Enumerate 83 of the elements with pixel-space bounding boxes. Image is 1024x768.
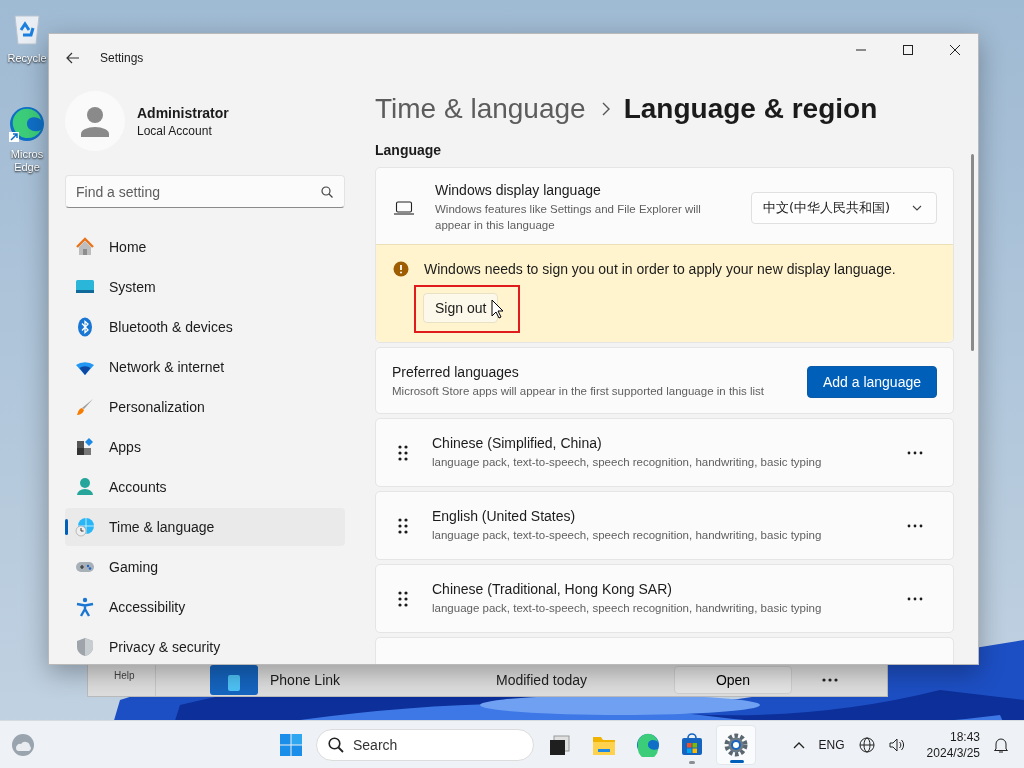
search-icon <box>328 737 344 753</box>
search-field[interactable]: Find a setting <box>65 175 345 208</box>
scrollbar[interactable] <box>971 154 974 351</box>
nav-item[interactable]: Home <box>65 228 345 266</box>
clock-date[interactable]: 2024/3/25 <box>926 745 980 761</box>
drag-handle-icon[interactable] <box>398 517 408 534</box>
store-icon[interactable] <box>680 733 704 757</box>
input-language[interactable]: ENG <box>818 738 845 752</box>
start-icon[interactable] <box>279 733 303 757</box>
nav-item[interactable]: Personalization <box>65 388 345 426</box>
globe-clock-icon <box>75 517 95 537</box>
chevron-down-icon <box>912 204 922 211</box>
maximize-icon[interactable] <box>903 45 913 55</box>
app-name: Phone Link <box>270 671 342 688</box>
warning-icon <box>393 261 409 277</box>
setting-description: Microsoft Store apps will appear in the first supported language in this list <box>392 384 766 399</box>
nav-item[interactable]: Accounts <box>65 468 345 506</box>
language-name: English (United States) <box>432 508 577 524</box>
nav-item[interactable]: Accessibility <box>65 588 345 626</box>
more-icon[interactable] <box>907 523 923 528</box>
language-card[interactable]: English (United States) language pack, text-to-speech, speech recognition, handwriting, basic typing <box>375 491 954 560</box>
browser-icon[interactable] <box>9 106 45 142</box>
icon-label: Micros Edge <box>9 148 45 174</box>
browser-icon[interactable] <box>636 733 660 757</box>
clock-time[interactable]: 18:43 <box>926 729 980 745</box>
more-icon[interactable] <box>822 677 838 682</box>
language-card[interactable]: Chinese (Traditional, Hong Kong SAR) language pack, text-to-speech, speech recognition, handwriting, basic typing <box>375 564 954 633</box>
avatar-icon <box>65 91 125 151</box>
nav-item[interactable]: Privacy & security <box>65 628 345 664</box>
more-icon[interactable] <box>907 450 923 455</box>
breadcrumb-link[interactable]: Time & language <box>375 93 586 125</box>
app-icon <box>210 664 258 695</box>
nav-item[interactable]: Time & language <box>65 508 345 546</box>
close-icon[interactable] <box>950 45 960 55</box>
language-dropdown[interactable]: 中文(中华人民共和国) <box>751 191 937 224</box>
more-icon[interactable] <box>907 596 923 601</box>
section-heading: Language <box>375 142 443 158</box>
nav-item[interactable]: Bluetooth & devices <box>65 308 345 346</box>
open-button[interactable]: Open <box>674 665 792 694</box>
account-name: Administrator <box>137 104 229 121</box>
language-name: Chinese (Simplified, China) <box>432 435 603 451</box>
brush-icon <box>75 397 95 417</box>
bluetooth-icon <box>75 317 95 337</box>
language-name: Chinese (Traditional, Hong Kong SAR) <box>432 581 673 597</box>
nav-item[interactable]: Network & internet <box>65 348 345 386</box>
setting-title: Windows display language <box>435 182 602 198</box>
window-title: Settings <box>100 51 144 65</box>
language-features: language pack, text-to-speech, speech recognition, handwriting, basic typing <box>432 455 823 470</box>
chevron-up-icon[interactable] <box>792 741 805 749</box>
drag-handle-icon[interactable] <box>398 444 408 461</box>
language-features: language pack, text-to-speech, speech recognition, handwriting, basic typing <box>432 528 823 543</box>
cursor-icon <box>491 299 504 319</box>
accessibility-icon <box>75 597 95 617</box>
chevron-icon <box>601 102 610 116</box>
laptop-icon <box>394 200 414 215</box>
language-card[interactable]: Chinese (Simplified, China) language pack, text-to-speech, speech recognition, handwriting, basic typing <box>375 418 954 487</box>
account-type: Local Account <box>137 123 213 138</box>
search-icon <box>321 186 333 198</box>
modified-date: Modified today <box>496 671 589 688</box>
notice-message: Windows needs to sign you out in order to apply your new display language. <box>424 261 896 277</box>
speaker-icon[interactable] <box>888 737 905 753</box>
sign-out-button[interactable]: Sign out <box>423 293 499 323</box>
back-icon[interactable] <box>66 52 80 64</box>
language-features: language pack, text-to-speech, speech recognition, handwriting, basic typing <box>432 601 823 616</box>
nav-item[interactable]: Apps <box>65 428 345 466</box>
gear-icon[interactable] <box>724 733 748 757</box>
search-field[interactable]: Search <box>316 729 534 761</box>
globe-icon[interactable] <box>858 737 875 753</box>
setting-title: Preferred languages <box>392 364 520 380</box>
page-title: Language & region <box>623 93 878 125</box>
drag-handle-icon[interactable] <box>398 590 408 607</box>
home-icon <box>75 237 95 257</box>
add-language-button[interactable]: Add a language <box>806 365 937 398</box>
setting-description: Windows features like Settings and File Explorer will appear in this language <box>435 202 702 233</box>
apps-icon <box>75 437 95 457</box>
shield-icon <box>75 637 95 657</box>
person-icon <box>75 477 95 497</box>
icon-label: Recycle <box>7 52 47 65</box>
nav-item[interactable]: Gaming <box>65 548 345 586</box>
nav-label[interactable]: Help <box>114 670 135 681</box>
task-view-icon[interactable] <box>548 733 572 757</box>
nav-item[interactable]: System <box>65 268 345 306</box>
bell-icon[interactable] <box>994 737 1008 753</box>
